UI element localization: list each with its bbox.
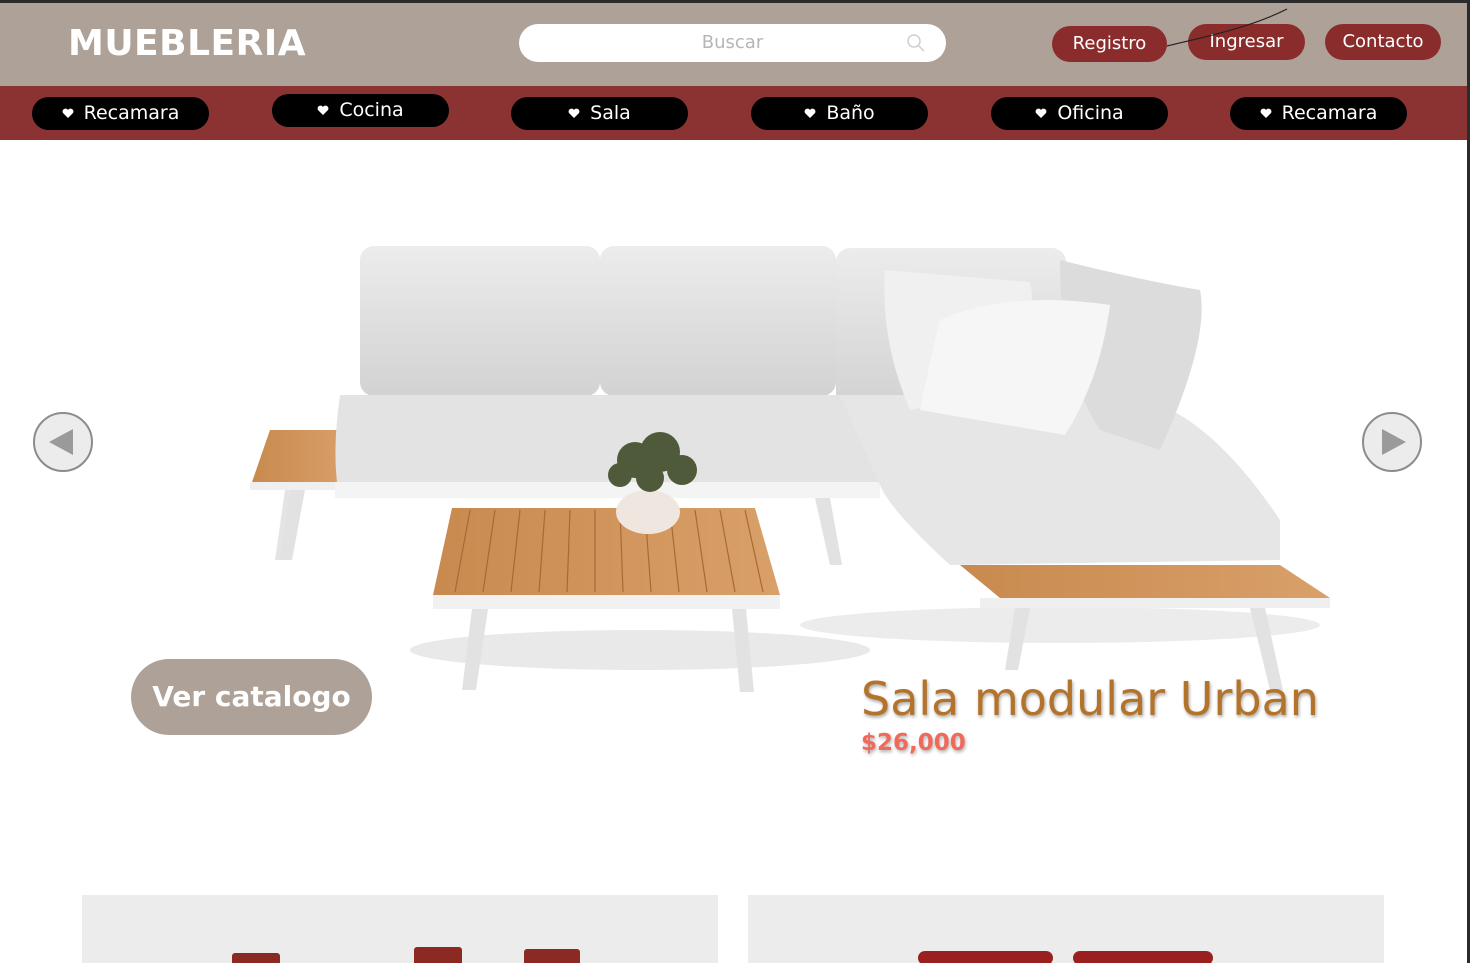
product-card-chairs[interactable] [82,895,718,963]
register-button[interactable]: Registro [1052,26,1167,62]
heart-icon [804,108,816,118]
sofa-image [918,951,1213,963]
carousel-next-button[interactable] [1362,412,1422,472]
category-oficina[interactable]: Oficina [991,97,1168,130]
category-recamara[interactable]: Recamara [32,97,209,130]
heart-icon [317,105,329,115]
chairs-image [232,947,580,963]
arrow-left-icon [49,429,73,455]
heart-icon [1260,108,1272,118]
product-price: $26,000 [861,730,966,756]
product-title: Sala modular Urban [861,672,1319,726]
category-sala[interactable]: Sala [511,97,688,130]
category-bar: Recamara Cocina Sala Baño Oficina Recama… [0,86,1467,140]
carousel-prev-button[interactable] [33,412,93,472]
heart-icon [62,108,74,118]
search-input[interactable]: Buscar [519,24,946,62]
product-card-sofa[interactable] [748,895,1384,963]
category-recamara-2[interactable]: Recamara [1230,97,1407,130]
category-label: Recamara [1281,102,1378,124]
header: MUEBLERIA Buscar Registro Ingresar Conta… [0,3,1467,86]
category-label: Oficina [1057,102,1124,124]
category-cocina[interactable]: Cocina [272,94,449,127]
category-label: Baño [826,102,875,124]
category-label: Cocina [339,99,404,121]
category-bano[interactable]: Baño [751,97,928,130]
category-label: Recamara [83,102,180,124]
category-label: Sala [590,102,631,124]
heart-icon [1035,108,1047,118]
search-icon[interactable] [906,33,926,53]
arrow-right-icon [1382,429,1406,455]
annotation-stroke [1166,8,1288,47]
product-image-sofa [250,246,1330,692]
view-catalog-button[interactable]: Ver catalogo [131,659,372,735]
contact-button[interactable]: Contacto [1325,24,1441,60]
site-logo[interactable]: MUEBLERIA [68,23,306,64]
heart-icon [568,108,580,118]
search-placeholder: Buscar [701,32,764,53]
